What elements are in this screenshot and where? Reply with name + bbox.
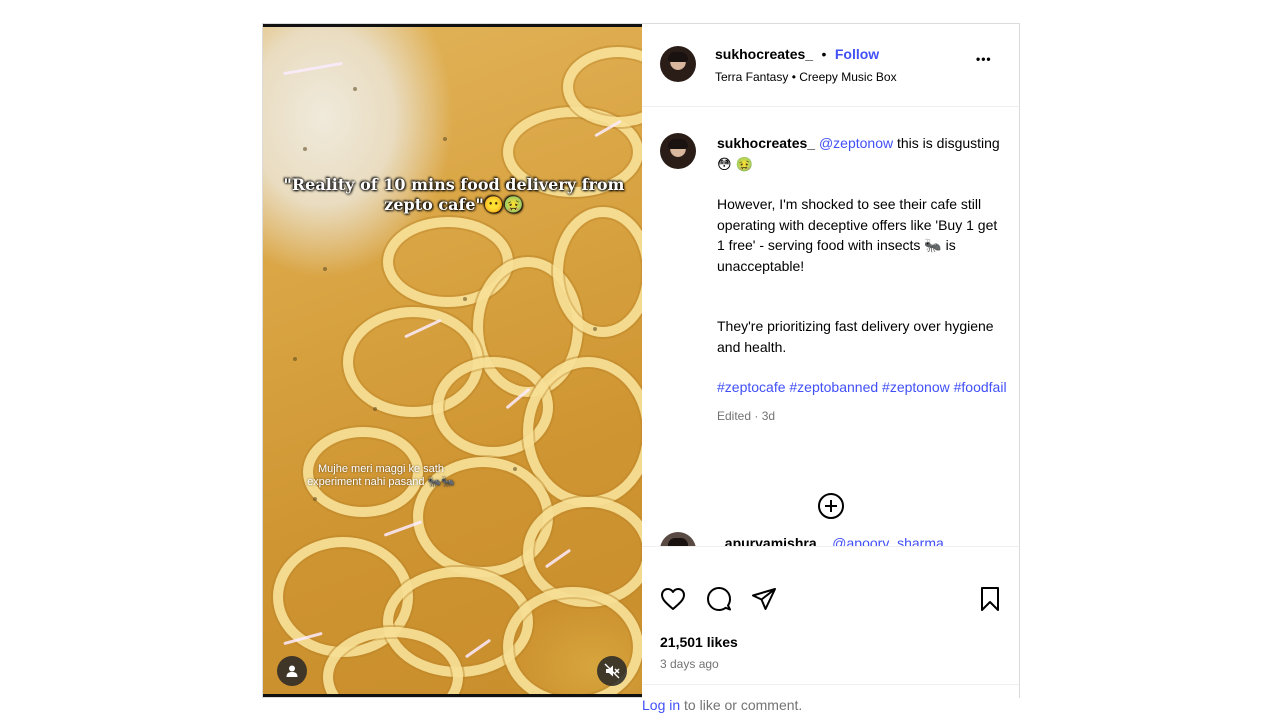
speck <box>313 497 317 501</box>
speck <box>593 327 597 331</box>
comments-area[interactable]: sukhocreates_ @zeptonow this is disgusti… <box>642 106 1019 546</box>
speech-bubble-icon <box>707 587 731 611</box>
caption-hashtags[interactable]: #zeptocafe #zeptobanned #zeptonow #foodf… <box>717 377 1007 398</box>
likes-count[interactable]: 21,501 likes <box>660 634 738 650</box>
commenter-username[interactable]: _apurvamishra_ <box>717 535 824 546</box>
speck <box>293 357 297 361</box>
video-overlay-subtitle: Mujhe meri maggi ke sath experiment nahi… <box>307 463 455 488</box>
post-header: sukhocreates_ • Follow Terra Fantasy • C… <box>642 24 1019 107</box>
noodle-shape <box>553 207 642 337</box>
login-prompt-text: Log in to like or comment. <box>642 697 802 713</box>
author-avatar[interactable] <box>660 46 696 82</box>
share-button[interactable] <box>749 584 779 614</box>
post-actions: 21,501 likes 3 days ago Log in to like o… <box>642 546 1019 713</box>
caption-edited-timestamp: Edited · 3d <box>717 408 776 423</box>
follow-button[interactable]: Follow <box>835 46 879 62</box>
glint <box>283 61 343 76</box>
post-timestamp[interactable]: 3 days ago <box>660 657 719 671</box>
save-button[interactable] <box>975 584 1005 614</box>
more-options-icon[interactable]: ••• <box>976 52 992 66</box>
mute-button[interactable] <box>597 656 627 686</box>
caption-mention-link[interactable]: @zeptonow <box>819 135 893 151</box>
paper-plane-icon <box>752 588 776 610</box>
speck <box>513 467 517 471</box>
load-more-comments-button[interactable] <box>817 492 845 520</box>
author-username[interactable]: sukhocreates_ <box>715 46 813 62</box>
caption-paragraph: They're prioritizing fast delivery over … <box>717 318 994 355</box>
caption: sukhocreates_ @zeptonow this is disgusti… <box>717 133 1007 426</box>
commenter-avatar[interactable] <box>660 532 696 546</box>
speck <box>303 147 307 151</box>
person-icon <box>286 665 298 677</box>
caption-author-avatar[interactable] <box>660 133 696 169</box>
reel-video[interactable]: "Reality of 10 mins food delivery from z… <box>263 24 642 697</box>
bookmark-icon <box>981 587 999 611</box>
tagged-users-button[interactable] <box>277 656 307 686</box>
login-prompt: Log in to like or comment. <box>642 684 1019 725</box>
header-separator: • <box>821 46 827 62</box>
comment-first-line: _apurvamishra_ @apoorv_sharma <box>717 535 944 546</box>
speaker-muted-icon <box>604 663 620 679</box>
caption-paragraph: However, I'm shocked to see their cafe s… <box>717 196 998 274</box>
comment-mention-link[interactable]: @apoorv_sharma <box>832 535 944 546</box>
speck <box>463 297 467 301</box>
plus-circle-icon <box>818 493 844 519</box>
video-overlay-title: "Reality of 10 mins food delivery from z… <box>283 175 625 214</box>
author-line: sukhocreates_ • Follow <box>715 46 879 64</box>
caption-author-username[interactable]: sukhocreates_ <box>717 135 815 151</box>
post-card: "Reality of 10 mins food delivery from z… <box>262 23 1020 713</box>
caption-first-line: sukhocreates_ @zeptonow this is disgusti… <box>717 133 1007 174</box>
speck <box>373 407 377 411</box>
login-prompt-rest: to like or comment. <box>680 697 803 713</box>
speck <box>323 267 327 271</box>
speck <box>443 137 447 141</box>
login-link[interactable]: Log in <box>642 697 680 713</box>
speck <box>353 87 357 91</box>
heart-icon <box>661 588 685 610</box>
like-button[interactable] <box>658 584 688 614</box>
audio-track-link[interactable]: Terra Fantasy • Creepy Music Box <box>715 70 897 84</box>
comment-button[interactable] <box>704 584 734 614</box>
